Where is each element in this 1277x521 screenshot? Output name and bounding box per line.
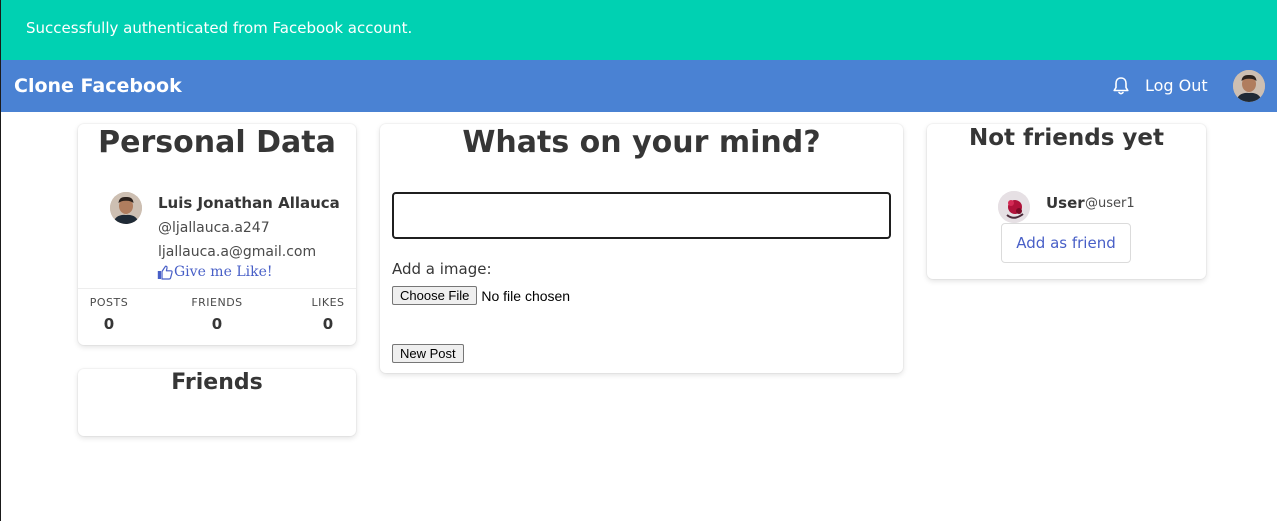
no-file-text: No file chosen: [481, 287, 571, 304]
suggested-user-handle: @user1: [1085, 196, 1135, 211]
stat-friends-label: FRIENDS: [191, 296, 243, 309]
new-post-card: Whats on your mind? Add a image: Choose …: [380, 124, 903, 373]
profile-handle: @ljallauca.a247: [158, 220, 270, 236]
post-text-input[interactable]: [392, 192, 891, 239]
not-friends-card: Not friends yet User @user1 Add as frien…: [927, 124, 1206, 279]
friends-title: Friends: [171, 370, 263, 395]
stat-friends-value: 0: [211, 315, 223, 333]
personal-data-title: Personal Data: [98, 125, 336, 160]
new-post-title: Whats on your mind?: [462, 125, 821, 160]
stat-posts-label: POSTS: [89, 296, 129, 309]
profile-name: Luis Jonathan Allauca: [158, 194, 340, 212]
profile-avatar: [110, 192, 142, 224]
user-avatar[interactable]: [1233, 70, 1265, 102]
give-like-label: Give me Like!: [174, 264, 273, 280]
stat-likes-value: 0: [322, 315, 334, 333]
file-picker: Choose File No file chosen: [392, 286, 570, 305]
suggested-user-avatar: [998, 191, 1030, 223]
suggested-user-name: User: [1046, 194, 1085, 212]
stat-posts-value: 0: [103, 315, 115, 333]
bell-icon[interactable]: [1112, 76, 1130, 96]
logout-link[interactable]: Log Out: [1145, 60, 1208, 112]
stat-friends: FRIENDS 0: [191, 296, 243, 333]
give-like-link[interactable]: Give me Like!: [157, 264, 273, 280]
thumbs-up-icon: [157, 265, 173, 280]
add-friend-button[interactable]: Add as friend: [1001, 223, 1131, 263]
stat-likes-label: LIKES: [311, 296, 345, 309]
flash-notification: Successfully authenticated from Facebook…: [1, 0, 1277, 60]
stat-likes: LIKES 0: [310, 296, 346, 333]
image-label: Add a image:: [392, 260, 492, 278]
personal-data-card: Personal Data Luis Jonathan Allauca @lja…: [78, 124, 356, 345]
flash-message: Successfully authenticated from Facebook…: [26, 19, 413, 37]
new-post-button[interactable]: New Post: [392, 344, 464, 363]
stats-divider: [78, 288, 356, 289]
stat-posts: POSTS 0: [88, 296, 130, 333]
choose-file-button[interactable]: Choose File: [392, 286, 478, 305]
profile-email: ljallauca.a@gmail.com: [158, 244, 317, 260]
friends-card: Friends: [78, 369, 356, 436]
navbar: Clone Facebook Log Out: [1, 60, 1277, 112]
brand-logo[interactable]: Clone Facebook: [14, 60, 182, 112]
not-friends-title: Not friends yet: [968, 125, 1164, 151]
